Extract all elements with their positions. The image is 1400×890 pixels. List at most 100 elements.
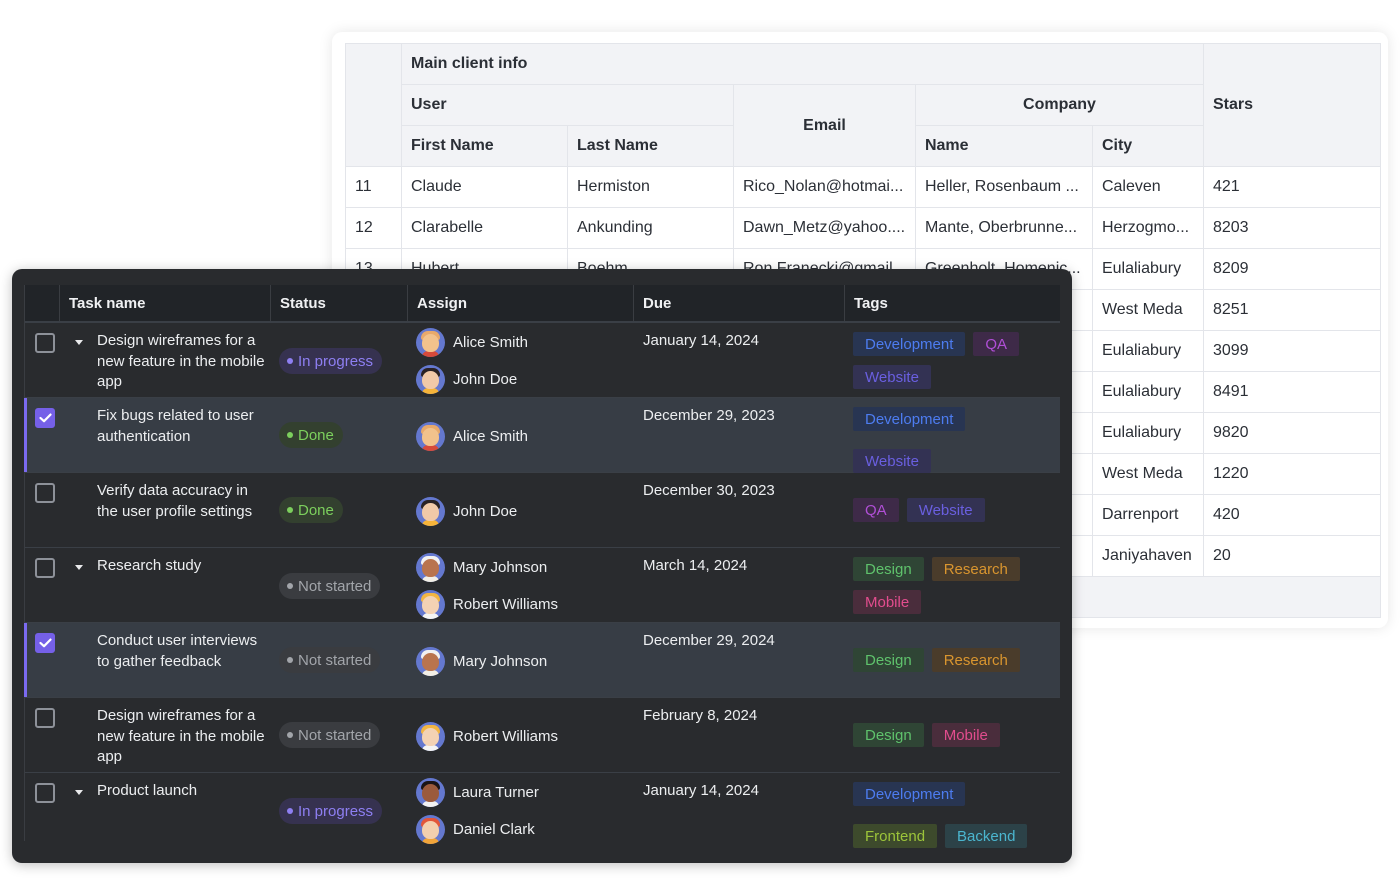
tag-research[interactable]: Research xyxy=(931,648,1020,672)
tag-qa[interactable]: QA xyxy=(973,332,1020,356)
assignee[interactable]: John Doe xyxy=(416,496,517,526)
tag-development[interactable]: Development xyxy=(853,332,966,356)
tag-mobile[interactable]: Mobile xyxy=(931,723,1000,747)
column-header-last-name[interactable]: Last Name xyxy=(567,125,734,167)
task-row[interactable]: Design wireframes for a new feature in t… xyxy=(25,323,1060,398)
row-checkbox[interactable] xyxy=(35,708,55,728)
email-cell[interactable]: Dawn_Metz@yahoo.... xyxy=(733,207,916,249)
city-cell[interactable]: Herzogmo... xyxy=(1091,207,1204,249)
stars-cell[interactable]: 1220 xyxy=(1202,453,1381,495)
checkbox-cell xyxy=(25,548,60,622)
task-row[interactable]: Product launch In progress Laura Turner Dan… xyxy=(25,773,1060,848)
task-name: Design wireframes for a new feature in t… xyxy=(97,707,265,765)
tag-list: Development QA Website xyxy=(853,332,1058,389)
stars-cell[interactable]: 421 xyxy=(1202,166,1381,208)
checkbox-cell xyxy=(25,323,60,397)
last-name-cell[interactable]: Hermiston xyxy=(567,166,734,208)
checkbox-cell xyxy=(25,398,60,472)
assignee[interactable]: Laura Turner xyxy=(416,777,539,807)
tag-research[interactable]: Research xyxy=(931,557,1020,581)
row-checkbox[interactable] xyxy=(35,408,55,428)
tag-website[interactable]: Website xyxy=(853,365,931,389)
email-cell[interactable]: Rico_Nolan@hotmai... xyxy=(733,166,916,208)
task-row[interactable]: Verify data accuracy in the user profile… xyxy=(25,473,1060,548)
row-checkbox[interactable] xyxy=(35,783,55,803)
tag-backend[interactable]: Backend xyxy=(945,824,1028,848)
client-row[interactable]: 11 Claude Hermiston Rico_Nolan@hotmai... Hel… xyxy=(345,166,1381,208)
city-cell[interactable]: Darrenport xyxy=(1091,494,1204,536)
column-header-assign[interactable]: Assign xyxy=(408,285,634,321)
avatar-face xyxy=(422,820,439,839)
last-name-cell[interactable]: Ankunding xyxy=(567,207,734,249)
first-name-cell[interactable]: Claude xyxy=(401,166,568,208)
stars-cell[interactable]: 3099 xyxy=(1202,330,1381,372)
column-header-tags[interactable]: Tags xyxy=(845,285,1061,321)
assignee[interactable]: Mary Johnson xyxy=(416,646,547,676)
row-checkbox[interactable] xyxy=(35,558,55,578)
assignee[interactable]: Robert Williams xyxy=(416,721,558,751)
assignee[interactable]: Alice Smith xyxy=(416,421,528,451)
city-cell[interactable]: Eulaliabury xyxy=(1091,330,1204,372)
tag-list: Development Website xyxy=(853,407,1058,473)
tag-mobile[interactable]: Mobile xyxy=(853,590,922,614)
assignee[interactable]: Mary Johnson xyxy=(416,552,547,582)
tag-design[interactable]: Design xyxy=(853,557,924,581)
assignee-name: Robert Williams xyxy=(453,727,559,745)
assignee[interactable]: Robert Williams xyxy=(416,589,558,619)
column-header-due[interactable]: Due xyxy=(634,285,845,321)
row-checkbox[interactable] xyxy=(35,483,55,503)
row-number[interactable]: 11 xyxy=(345,166,402,208)
status-badge: Not started xyxy=(279,573,381,599)
expand-caret-icon[interactable] xyxy=(75,340,83,345)
stars-cell[interactable]: 20 xyxy=(1202,535,1381,577)
assignee[interactable]: John Doe xyxy=(416,364,517,394)
city-cell[interactable]: West Meda xyxy=(1091,289,1204,331)
status-dot-icon xyxy=(287,358,293,364)
city-cell[interactable]: Eulaliabury xyxy=(1091,248,1204,290)
row-checkbox[interactable] xyxy=(35,333,55,353)
column-header-company-name[interactable]: Name xyxy=(914,125,1093,167)
stars-cell[interactable]: 8491 xyxy=(1202,371,1381,413)
expand-caret-icon[interactable] xyxy=(75,790,83,795)
column-header-stars[interactable]: Stars xyxy=(1202,43,1381,167)
column-header-email[interactable]: Email xyxy=(733,84,916,167)
task-row[interactable]: Design wireframes for a new feature in t… xyxy=(25,698,1060,773)
status-label: Not started xyxy=(298,726,372,744)
status-label: Not started xyxy=(298,651,372,669)
tag-website[interactable]: Website xyxy=(906,498,985,522)
client-row[interactable]: 12 Clarabelle Ankunding Dawn_Metz@yahoo....… xyxy=(345,207,1381,249)
task-row[interactable]: Research study Not started Mary Johnson Rob… xyxy=(25,548,1060,623)
row-checkbox[interactable] xyxy=(35,633,55,653)
tag-design[interactable]: Design xyxy=(853,723,924,747)
stars-cell[interactable]: 8251 xyxy=(1202,289,1381,331)
city-cell[interactable]: Eulaliabury xyxy=(1091,371,1204,413)
tag-development[interactable]: Development xyxy=(853,407,966,431)
stars-cell[interactable]: 8209 xyxy=(1202,248,1381,290)
tag-qa[interactable]: QA xyxy=(853,498,899,522)
stars-cell[interactable]: 420 xyxy=(1202,494,1381,536)
city-cell[interactable]: West Meda xyxy=(1091,453,1204,495)
tag-design[interactable]: Design xyxy=(853,648,924,672)
city-cell[interactable]: Eulaliabury xyxy=(1091,412,1204,454)
assignee[interactable]: Daniel Clark xyxy=(416,814,535,844)
stars-cell[interactable]: 9820 xyxy=(1202,412,1381,454)
task-row[interactable]: Fix bugs related to user authentication D… xyxy=(24,398,1060,473)
column-header-first-name[interactable]: First Name xyxy=(401,125,568,167)
expand-caret-icon[interactable] xyxy=(75,565,83,570)
company-name-cell[interactable]: Mante, Oberbrunne... xyxy=(914,207,1093,249)
tag-frontend[interactable]: Frontend xyxy=(853,824,938,848)
assignee[interactable]: Alice Smith xyxy=(416,327,528,357)
tag-website[interactable]: Website xyxy=(853,449,931,473)
city-cell[interactable]: Janiyahaven xyxy=(1091,535,1204,577)
company-name-cell[interactable]: Heller, Rosenbaum ... xyxy=(914,166,1093,208)
column-header-status[interactable]: Status xyxy=(271,285,408,321)
row-number[interactable]: 12 xyxy=(345,207,402,249)
status-dot-icon xyxy=(287,732,293,738)
column-header-task-name[interactable]: Task name xyxy=(60,285,271,321)
stars-cell[interactable]: 8203 xyxy=(1202,207,1381,249)
first-name-cell[interactable]: Clarabelle xyxy=(401,207,568,249)
city-cell[interactable]: Caleven xyxy=(1091,166,1204,208)
tag-development[interactable]: Development xyxy=(853,782,966,806)
column-header-city[interactable]: City xyxy=(1091,125,1204,167)
task-row[interactable]: Conduct user interviews to gather feedba… xyxy=(24,623,1060,698)
